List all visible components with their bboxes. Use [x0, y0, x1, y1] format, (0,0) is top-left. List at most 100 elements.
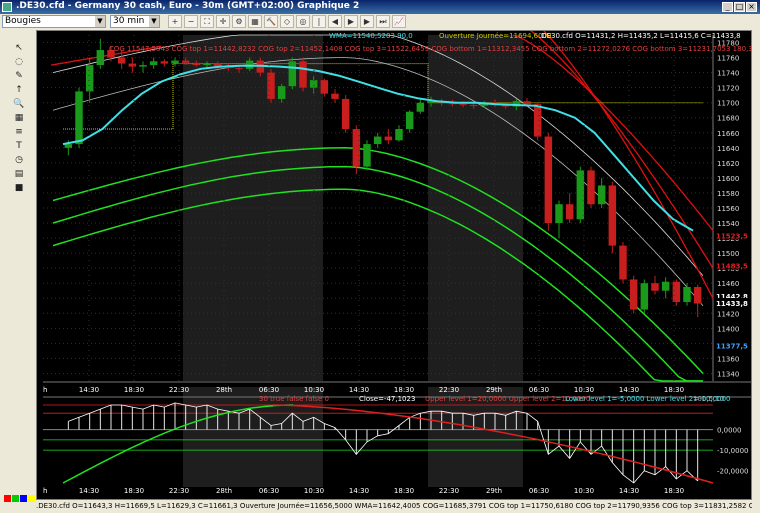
- title-bar: .DE30.cfd - Germany 30 cash, Euro - 30m …: [0, 0, 760, 14]
- cog-bottom-3-line: [52, 188, 703, 382]
- candle-body: [469, 104, 478, 106]
- cog-bottom-2-line: [52, 165, 703, 382]
- y-tick-label: 11340: [717, 370, 739, 378]
- indicator-y-label: 0,0000: [717, 427, 742, 435]
- y-tick-label: 11620: [717, 160, 739, 168]
- candle-body: [235, 68, 243, 70]
- candle-body: [405, 111, 414, 130]
- color-swatch[interactable]: [20, 495, 27, 502]
- maximize-button[interactable]: □: [734, 2, 745, 12]
- app-icon: [2, 2, 12, 12]
- candle-body: [533, 104, 542, 137]
- candle-body: [395, 129, 403, 141]
- box-icon[interactable]: ■: [12, 182, 26, 194]
- settings-icon[interactable]: ⚙: [232, 15, 246, 28]
- candle-body: [597, 185, 606, 205]
- x-tick-label: 14:30: [79, 487, 99, 495]
- chart-canvas[interactable]: 1178011760117401172011700116801166011640…: [37, 4, 760, 499]
- left-icon[interactable]: ◀: [328, 15, 342, 28]
- full-chart-icon[interactable]: ⛶: [200, 15, 214, 28]
- chevron-down-icon[interactable]: ▼: [149, 16, 159, 27]
- close-button[interactable]: ×: [746, 2, 757, 12]
- y-tick-label: 11420: [717, 310, 739, 318]
- chart-icon[interactable]: 📈: [392, 15, 406, 28]
- candle-body: [160, 61, 169, 64]
- arrow-up-icon[interactable]: ↑: [12, 84, 26, 96]
- candle-body: [117, 57, 126, 64]
- x-tick-label: 18:30: [124, 386, 144, 394]
- candle-body: [651, 283, 659, 291]
- zoom-in-icon[interactable]: +: [168, 15, 182, 28]
- price-tag: 11523,5: [716, 232, 748, 240]
- candle-body: [544, 136, 553, 224]
- y-tick-label: 11600: [717, 175, 739, 183]
- y-tick-label: 11720: [717, 85, 739, 93]
- step-icon[interactable]: |: [312, 15, 326, 28]
- calculator-icon[interactable]: ▤: [12, 168, 26, 180]
- x-tick-label: 18:30: [394, 386, 414, 394]
- candle-body: [267, 72, 275, 99]
- chevron-down-icon[interactable]: ▼: [95, 16, 105, 27]
- x-tick-label: 18:30: [124, 487, 144, 495]
- x-tick-label: 22:30: [169, 386, 189, 394]
- ohlc-legend: .DE30.cfd O=11431,2 H=11435,2 L=11415,6 …: [539, 32, 741, 40]
- candle-body: [459, 104, 467, 106]
- opening-legend: Ouverture Journée=11694,6000: [439, 32, 551, 40]
- candle-body: [672, 281, 681, 303]
- circle-tool-icon[interactable]: ◌: [12, 56, 26, 68]
- x-tick-label: 10:30: [304, 487, 324, 495]
- h-label-indicator: h: [43, 487, 47, 495]
- candle-body: [683, 286, 691, 303]
- target-icon[interactable]: ◎: [296, 15, 310, 28]
- x-tick-label: 18:30: [394, 487, 414, 495]
- timeframe-value: 30 min: [113, 16, 145, 26]
- color-swatch[interactable]: [12, 495, 19, 502]
- y-tick-label: 11700: [717, 100, 739, 108]
- y-tick-label: 11660: [717, 130, 739, 138]
- hammer-icon[interactable]: 🔨: [264, 15, 278, 28]
- y-tick-label: 11680: [717, 115, 739, 123]
- candle-body: [640, 283, 649, 310]
- toolbar: Bougies ▼ 30 min ▼ + − ⛶ ✛ ⚙ ▦ 🔨 ◇ ◎ | ◀ ▶ ▶ ⏭ 📈: [0, 14, 760, 30]
- play-icon[interactable]: ▶: [344, 15, 358, 28]
- pencil-icon[interactable]: ✎: [12, 70, 26, 82]
- grid-tool-icon[interactable]: ▦: [12, 112, 26, 124]
- x-tick-label: 06:30: [529, 386, 549, 394]
- x-tick-label: 14:30: [349, 487, 369, 495]
- window-title: .DE30.cfd - Germany 30 cash, Euro - 30m …: [16, 1, 360, 11]
- color-swatch[interactable]: [4, 495, 11, 502]
- cursor-icon[interactable]: ↖: [12, 42, 26, 54]
- ruler-icon[interactable]: ≡: [12, 126, 26, 138]
- candle-body: [363, 144, 371, 167]
- chart-type-select[interactable]: Bougies ▼: [2, 15, 106, 28]
- candle-body: [576, 170, 585, 220]
- objects-icon[interactable]: ◇: [280, 15, 294, 28]
- candle-body: [331, 93, 339, 99]
- indicator-y-label: -10,0000: [717, 447, 748, 455]
- zoom-out-icon[interactable]: −: [184, 15, 198, 28]
- candle-body: [85, 65, 94, 92]
- minimize-button[interactable]: _: [722, 2, 733, 12]
- y-tick-label: 11460: [717, 280, 739, 288]
- candle-body: [171, 60, 179, 64]
- text-tool-icon[interactable]: T: [12, 140, 26, 152]
- candle-body: [587, 170, 595, 205]
- crosshair-icon[interactable]: ✛: [216, 15, 230, 28]
- cog-top-line: [512, 4, 714, 299]
- grid-icon[interactable]: ▦: [248, 15, 262, 28]
- x-tick-label: 14:30: [79, 386, 99, 394]
- color-swatch[interactable]: [28, 495, 35, 502]
- candle-body: [277, 86, 286, 99]
- right-icon[interactable]: ▶: [360, 15, 374, 28]
- timeframe-select[interactable]: 30 min ▼: [110, 15, 160, 28]
- magnifier-icon[interactable]: 🔍: [12, 98, 26, 110]
- y-tick-label: 11740: [717, 70, 739, 78]
- end-icon[interactable]: ⏭: [376, 15, 390, 28]
- x-tick-label: 22:30: [439, 487, 459, 495]
- candle-body: [565, 204, 574, 220]
- clock-icon[interactable]: ◷: [12, 154, 26, 166]
- y-tick-label: 11640: [717, 145, 739, 153]
- x-tick-label: 18:30: [664, 487, 684, 495]
- indicator-y-label: -20,0000: [717, 468, 748, 476]
- candle-body: [373, 136, 382, 145]
